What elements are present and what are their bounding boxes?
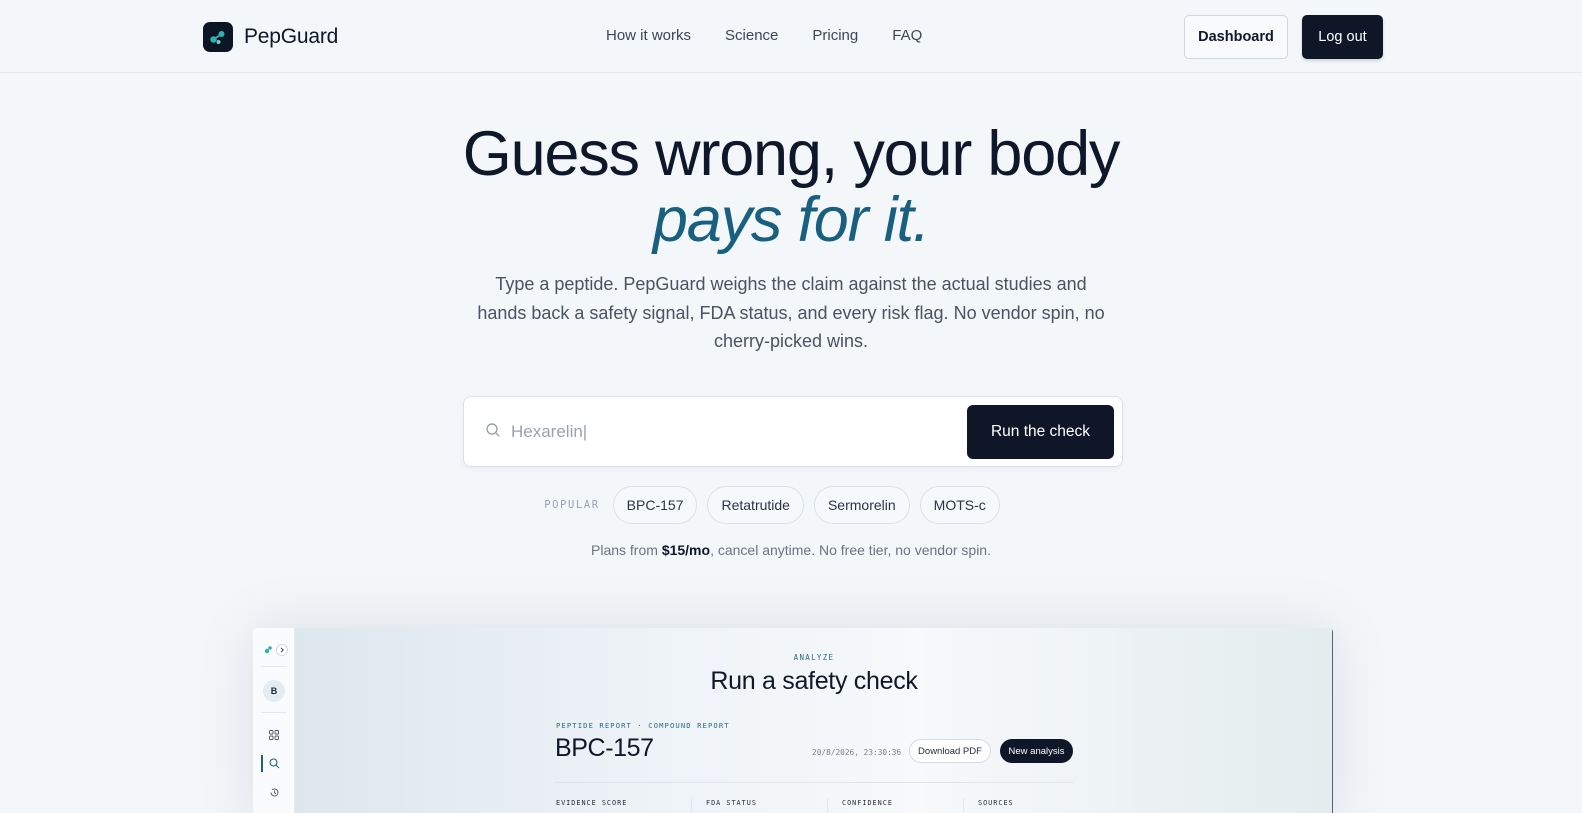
preview-divider (555, 782, 1073, 783)
plans-prefix: Plans from (591, 542, 662, 558)
popular-chip-retatrutide[interactable]: Retatrutide (707, 486, 804, 524)
app-preview: B ANALYZE Run a safety check PEPTIDE REP… (253, 628, 1333, 813)
hero-headline-accent: pays for it. (652, 185, 930, 255)
preview-report-label: PEPTIDE REPORT · COMPOUND REPORT (556, 721, 730, 730)
main-nav: How it works Science Pricing FAQ (606, 27, 922, 44)
preview-report-name: BPC-157 (555, 734, 654, 762)
preview-stats: EVIDENCE SCORE FDA STATUS CONFIDENCE SOU… (556, 799, 1100, 813)
preview-avatar[interactable]: B (263, 680, 285, 702)
preview-history-icon[interactable] (253, 787, 295, 798)
plans-suffix: , cancel anytime. No free tier, no vendo… (710, 542, 991, 558)
peptide-search-box: Run the check (463, 396, 1123, 467)
top-navigation-bar: PepGuard How it works Science Pricing FA… (0, 0, 1582, 73)
preview-timestamp: 20/8/2026, 23:30:36 (812, 748, 902, 757)
stat-confidence: CONFIDENCE (828, 799, 964, 813)
preview-analyze-icon[interactable] (253, 758, 295, 769)
preview-grid-icon[interactable] (253, 730, 295, 740)
preview-sidebar-divider-2 (261, 712, 287, 713)
stat-sources: SOURCES (978, 799, 1014, 807)
popular-peptides: POPULAR BPC-157 Retatrutide Sermorelin M… (0, 486, 1582, 524)
nav-link-faq[interactable]: FAQ (892, 27, 922, 44)
popular-label: POPULAR (544, 499, 600, 511)
preview-eyebrow: ANALYZE (793, 653, 835, 662)
stat-fda-status: FDA STATUS (692, 799, 828, 813)
popular-chip-bpc-157[interactable]: BPC-157 (612, 486, 698, 524)
hero-description: Type a peptide. PepGuard weighs the clai… (477, 274, 1105, 351)
brand-name: PepGuard (244, 25, 339, 48)
nav-link-pricing[interactable]: Pricing (812, 27, 858, 44)
pepguard-logo-icon (203, 22, 233, 52)
logout-button[interactable]: Log out (1302, 15, 1383, 59)
plans-note: Plans from $15/mo, cancel anytime. No fr… (0, 542, 1582, 558)
search-icon (485, 422, 501, 443)
hero-headline: Guess wrong, your body (462, 119, 1121, 189)
brand[interactable]: PepGuard (203, 22, 338, 52)
preview-sidebar-divider (261, 666, 287, 667)
preview-download-pdf-button[interactable]: Download PDF (909, 739, 991, 763)
plans-price: $15/mo (661, 542, 711, 558)
run-check-button[interactable]: Run the check (967, 405, 1114, 459)
nav-link-science[interactable]: Science (725, 27, 778, 44)
preview-sidebar-header (253, 643, 295, 657)
preview-new-analysis-button[interactable]: New analysis (1000, 739, 1073, 763)
dashboard-button[interactable]: Dashboard (1184, 15, 1288, 59)
preview-avatar-wrap: B (253, 680, 295, 702)
preview-logo-icon (264, 644, 288, 656)
popular-chip-sermorelin[interactable]: Sermorelin (813, 486, 910, 524)
nav-link-how-it-works[interactable]: How it works (606, 27, 691, 44)
stat-evidence-score: EVIDENCE SCORE (556, 799, 692, 813)
preview-main: ANALYZE Run a safety check PEPTIDE REPOR… (295, 628, 1333, 813)
preview-title: Run a safety check (710, 667, 918, 695)
popular-chip-mots-c[interactable]: MOTS-c (919, 486, 1000, 524)
peptide-search-input[interactable] (511, 419, 941, 445)
preview-sidebar: B (253, 628, 295, 813)
